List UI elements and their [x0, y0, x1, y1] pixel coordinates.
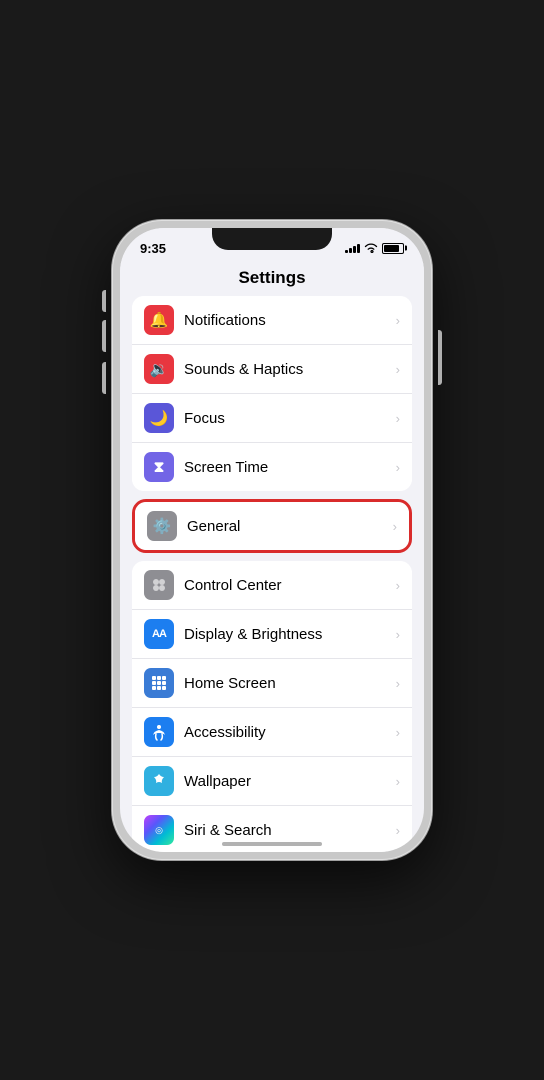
settings-item-screen-time[interactable]: ⧗ Screen Time › — [132, 443, 412, 491]
battery-fill — [384, 245, 399, 252]
battery-icon — [382, 243, 404, 254]
home-screen-label: Home Screen — [184, 675, 396, 692]
settings-item-wallpaper[interactable]: Wallpaper › — [132, 757, 412, 806]
wallpaper-icon — [144, 766, 174, 796]
home-screen-chevron: › — [396, 676, 400, 691]
power-button[interactable] — [438, 330, 442, 385]
siri-label: Siri & Search — [184, 822, 396, 839]
mute-button[interactable] — [102, 290, 106, 312]
phone-frame: 9:35 Settings — [112, 220, 432, 860]
accessibility-icon — [144, 717, 174, 747]
wallpaper-chevron: › — [396, 774, 400, 789]
control-center-icon — [144, 570, 174, 600]
settings-item-general[interactable]: ⚙️ General › — [135, 502, 409, 550]
settings-group-2: Control Center › AA Display & Brightness… — [132, 561, 412, 852]
focus-label: Focus — [184, 410, 396, 427]
home-screen-icon — [144, 668, 174, 698]
sounds-chevron: › — [396, 362, 400, 377]
notifications-label: Notifications — [184, 312, 396, 329]
siri-icon: ◎ — [144, 815, 174, 845]
signal-icon — [345, 243, 360, 253]
general-label: General — [187, 518, 393, 535]
focus-icon: 🌙 — [144, 403, 174, 433]
settings-item-sounds[interactable]: 🔉 Sounds & Haptics › — [132, 345, 412, 394]
settings-item-accessibility[interactable]: Accessibility › — [132, 708, 412, 757]
screen-time-chevron: › — [396, 460, 400, 475]
general-icon: ⚙️ — [147, 511, 177, 541]
settings-item-home-screen[interactable]: Home Screen › — [132, 659, 412, 708]
volume-up-button[interactable] — [102, 320, 106, 352]
wifi-icon — [364, 243, 378, 253]
settings-group-1: 🔔 Notifications › 🔉 Sounds & Haptics › 🌙 — [132, 296, 412, 491]
sounds-label: Sounds & Haptics — [184, 361, 396, 378]
accessibility-label: Accessibility — [184, 724, 396, 741]
sounds-icon: 🔉 — [144, 354, 174, 384]
notifications-chevron: › — [396, 313, 400, 328]
status-icons — [345, 243, 404, 254]
siri-chevron: › — [396, 823, 400, 838]
focus-chevron: › — [396, 411, 400, 426]
control-center-label: Control Center — [184, 577, 396, 594]
settings-item-focus[interactable]: 🌙 Focus › — [132, 394, 412, 443]
settings-item-display[interactable]: AA Display & Brightness › — [132, 610, 412, 659]
general-chevron: › — [393, 519, 397, 534]
display-label: Display & Brightness — [184, 626, 396, 643]
notifications-icon: 🔔 — [144, 305, 174, 335]
settings-list: 🔔 Notifications › 🔉 Sounds & Haptics › 🌙 — [120, 296, 424, 852]
settings-item-control-center[interactable]: Control Center › — [132, 561, 412, 610]
wallpaper-label: Wallpaper — [184, 773, 396, 790]
notch — [212, 228, 332, 250]
screen-time-label: Screen Time — [184, 459, 396, 476]
volume-down-button[interactable] — [102, 362, 106, 394]
settings-item-notifications[interactable]: 🔔 Notifications › — [132, 296, 412, 345]
accessibility-chevron: › — [396, 725, 400, 740]
display-icon: AA — [144, 619, 174, 649]
status-time: 9:35 — [140, 241, 166, 256]
control-center-chevron: › — [396, 578, 400, 593]
screen-time-icon: ⧗ — [144, 452, 174, 482]
page-title: Settings — [120, 264, 424, 296]
phone-screen: 9:35 Settings — [120, 228, 424, 852]
display-chevron: › — [396, 627, 400, 642]
home-indicator — [222, 842, 322, 846]
